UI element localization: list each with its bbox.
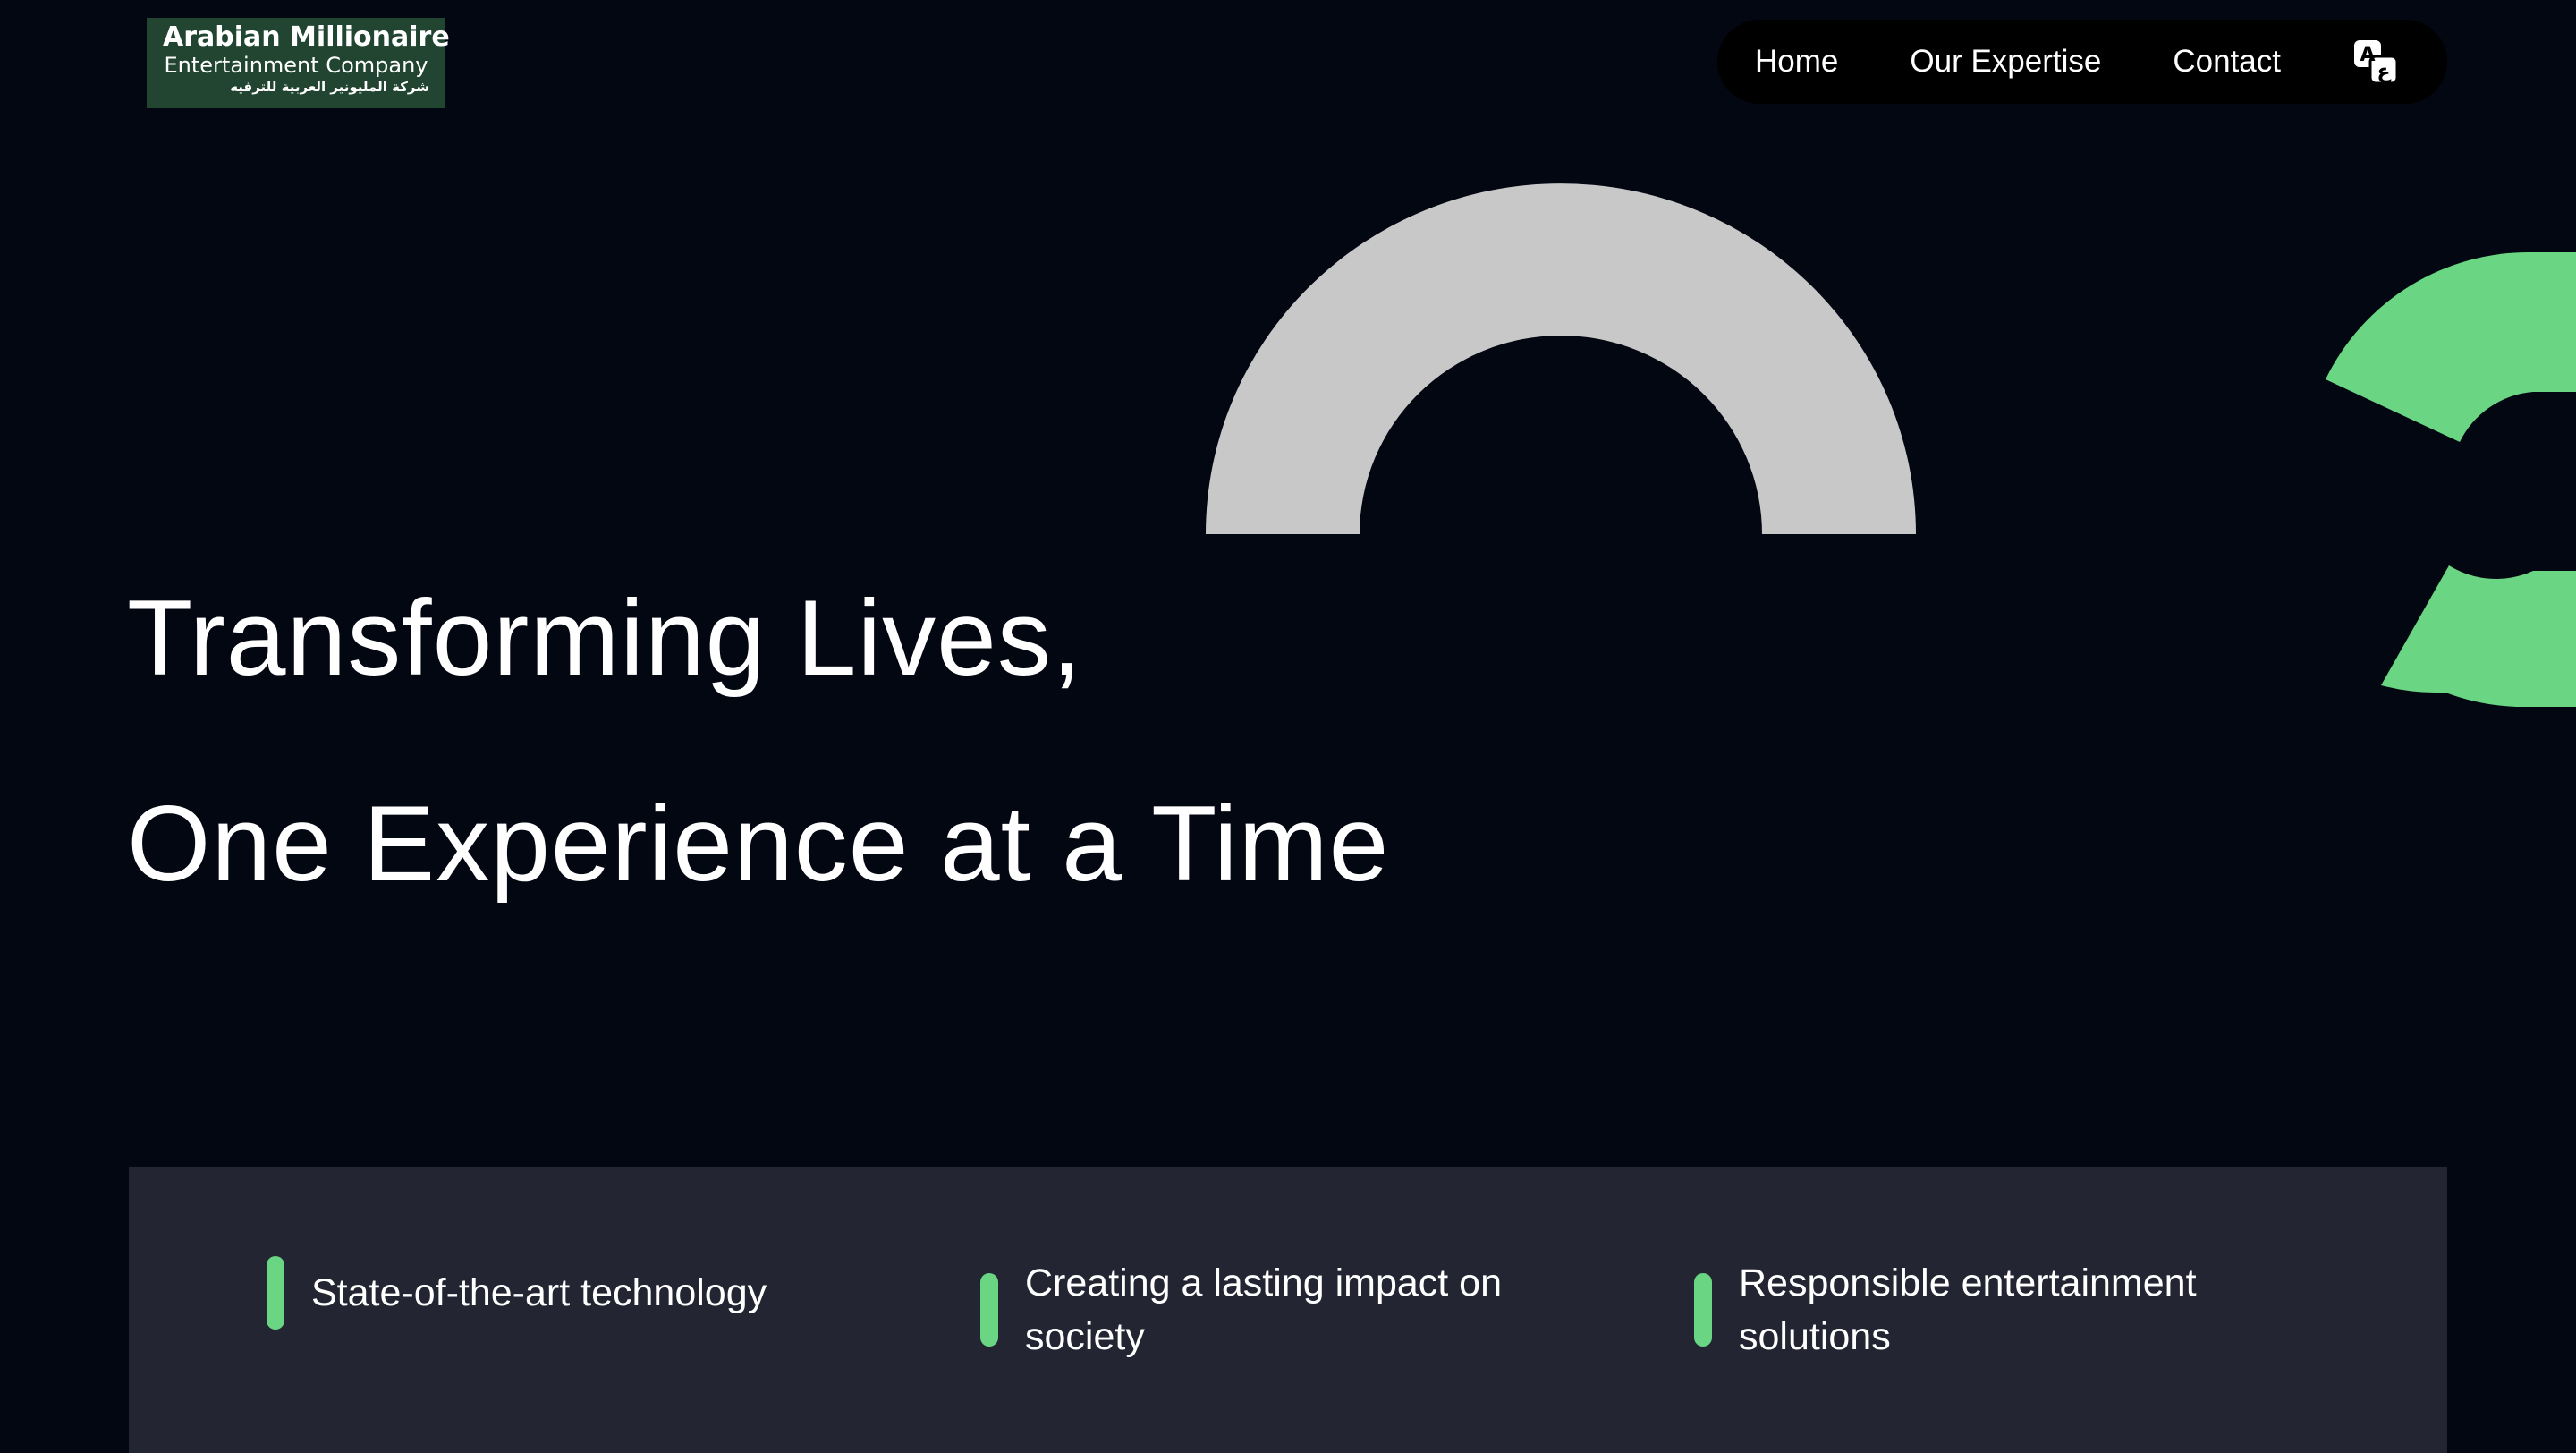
feature-item: Responsible entertainment solutions xyxy=(1694,1256,2311,1364)
page: Arabian Millionaire Entertainment Compan… xyxy=(0,0,2576,1453)
feature-text: Responsible entertainment solutions xyxy=(1739,1262,2197,1358)
hero-heading-line-1: Transforming Lives, xyxy=(127,578,1083,698)
nav-link-contact[interactable]: Contact xyxy=(2173,44,2281,80)
decorative-gray-arch xyxy=(1206,183,1916,534)
nav-link-home[interactable]: Home xyxy=(1755,44,1838,80)
language-translate-icon[interactable]: A ع xyxy=(2352,38,2399,85)
logo-arabic-name: شركة المليونير العربية للترفيه xyxy=(230,79,429,95)
feature-text: Creating a lasting impact on society xyxy=(1025,1262,1503,1358)
logo-subtitle: Entertainment Company xyxy=(164,53,428,78)
language-glyph-arabic: ع xyxy=(2377,61,2391,83)
features-panel: State-of-the-art technology Creating a l… xyxy=(129,1167,2447,1453)
decorative-green-ring xyxy=(2326,251,2576,707)
logo-title: Arabian Millionaire xyxy=(163,21,450,53)
nav-link-our-expertise[interactable]: Our Expertise xyxy=(1910,44,2101,80)
feature-accent-bar xyxy=(1694,1273,1712,1347)
company-logo[interactable]: Arabian Millionaire Entertainment Compan… xyxy=(147,18,450,108)
feature-item: State-of-the-art technology xyxy=(267,1256,884,1330)
language-glyph-latin: A xyxy=(2360,44,2375,66)
feature-accent-bar xyxy=(267,1256,284,1330)
feature-item: Creating a lasting impact on society xyxy=(980,1256,1597,1364)
main-nav: Home Our Expertise Contact A ع xyxy=(1717,20,2447,104)
feature-accent-bar xyxy=(980,1273,998,1347)
hero-heading-line-2: One Experience at a Time xyxy=(127,784,1390,904)
language-icon-graphic: A ع xyxy=(2353,40,2399,85)
feature-text: State-of-the-art technology xyxy=(311,1271,767,1314)
